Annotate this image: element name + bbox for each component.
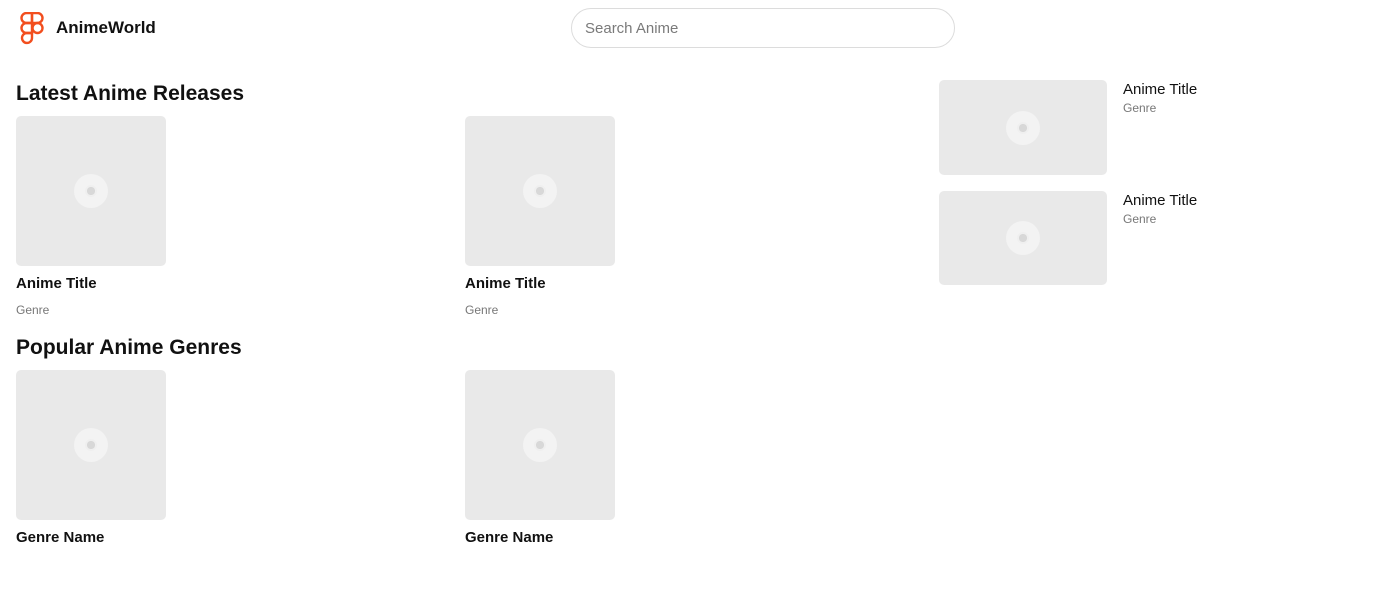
sidebar-anime-genre: Genre <box>1123 212 1157 226</box>
anime-genre: Genre <box>16 303 50 317</box>
image-placeholder-icon <box>1006 221 1040 255</box>
anime-title[interactable]: Anime Title <box>465 275 546 292</box>
brand-name[interactable]: AnimeWorld <box>56 18 156 38</box>
sidebar-anime-genre: Genre <box>1123 101 1157 115</box>
image-placeholder-icon <box>1006 110 1040 145</box>
image-placeholder-icon <box>74 174 108 208</box>
anime-card[interactable]: Anime Title Genre <box>16 116 166 317</box>
anime-thumbnail[interactable] <box>16 116 166 266</box>
latest-releases-heading: Latest Anime Releases <box>16 82 244 105</box>
genre-card[interactable]: Genre Name <box>16 370 166 546</box>
image-placeholder-icon <box>523 174 557 208</box>
sidebar-anime-thumbnail[interactable] <box>939 80 1107 175</box>
anime-card[interactable]: Anime Title Genre <box>465 116 615 317</box>
anime-thumbnail[interactable] <box>465 116 615 266</box>
image-placeholder-icon <box>74 428 108 462</box>
sidebar-anime-thumbnail[interactable] <box>939 191 1107 285</box>
genre-name[interactable]: Genre Name <box>465 529 553 546</box>
search-input[interactable] <box>571 8 955 48</box>
genre-thumbnail[interactable] <box>465 370 615 520</box>
genre-thumbnail[interactable] <box>16 370 166 520</box>
sidebar-anime-item[interactable]: Anime Title Genre <box>939 191 1359 285</box>
sidebar-anime-title[interactable]: Anime Title <box>1123 192 1197 209</box>
image-placeholder-icon <box>523 428 557 462</box>
popular-genres-heading: Popular Anime Genres <box>16 336 242 359</box>
anime-title[interactable]: Anime Title <box>16 275 97 292</box>
genre-card[interactable]: Genre Name <box>465 370 615 546</box>
logo-icon[interactable] <box>20 12 44 46</box>
header: AnimeWorld <box>0 0 1376 58</box>
anime-genre: Genre <box>465 303 499 317</box>
genre-name[interactable]: Genre Name <box>16 529 104 546</box>
sidebar-anime-item[interactable]: Anime Title Genre <box>939 80 1359 175</box>
sidebar-anime-title[interactable]: Anime Title <box>1123 81 1197 98</box>
